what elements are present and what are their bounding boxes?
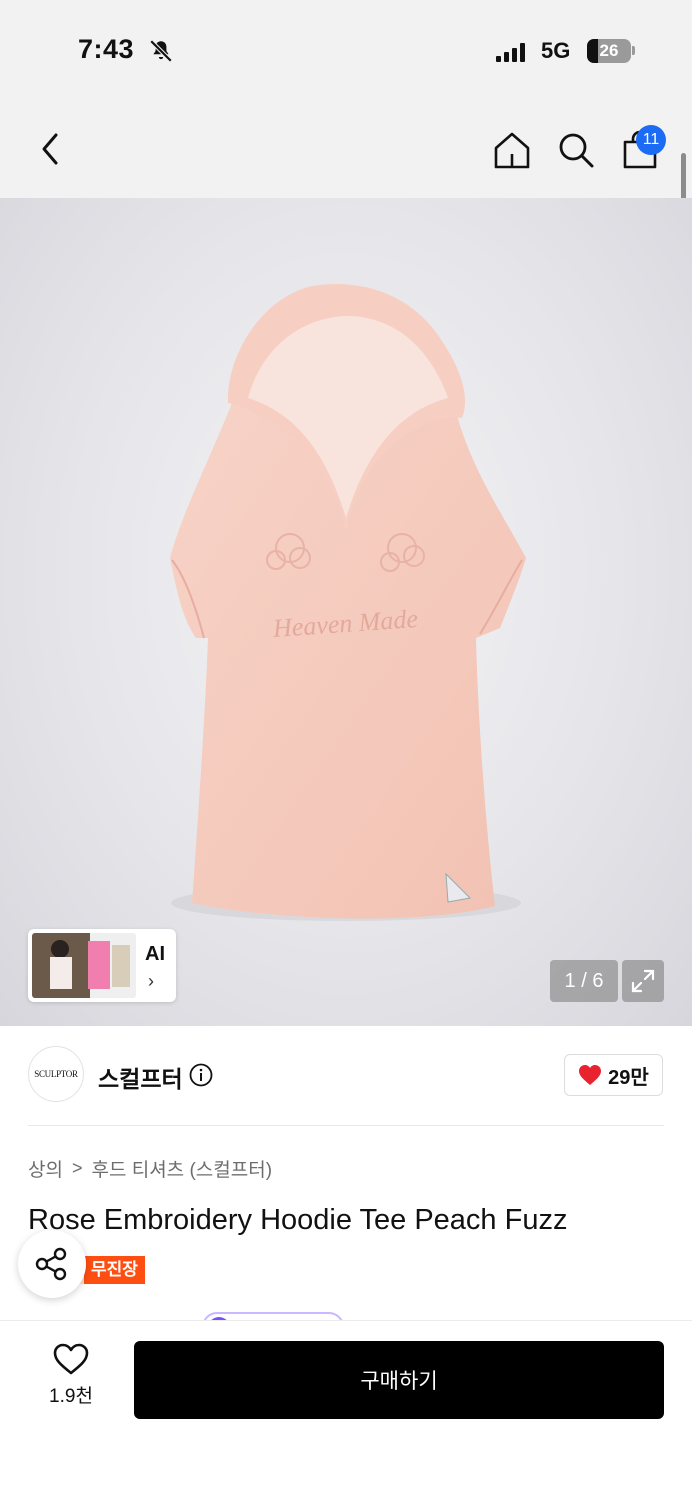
brand-logo[interactable]: SCULPTOR [28,1046,84,1102]
info-icon[interactable] [189,1063,213,1087]
expand-icon [631,969,655,993]
signal-icon [496,42,525,62]
product-image-gallery[interactable]: Heaven Made AI › 1 / 6 [0,198,692,1026]
heart-filled-icon [579,1065,602,1085]
heart-outline-icon [53,1343,89,1375]
breadcrumb: 상의 > 후드 티셔츠 (스컬프터) [28,1155,272,1182]
chevron-right-icon: › [148,971,154,991]
battery-cap [632,46,635,55]
breadcrumb-separator: > [71,1158,83,1178]
wishlist-count: 1.9천 [49,1386,93,1407]
expand-button[interactable] [622,960,664,1002]
brand-like-button[interactable]: 29만 [564,1054,663,1096]
network-type: 5G [541,38,571,63]
back-button[interactable] [30,126,70,172]
battery-fill [587,39,599,63]
back-icon [42,133,58,165]
brand-name[interactable]: 스컬프터 [98,1060,183,1094]
divider [28,1125,664,1126]
status-bar: 7:43 5G 26 [0,0,692,100]
brand-logo-text: SCULPTOR [34,1069,78,1079]
buy-button[interactable]: 구매하기 [134,1341,664,1419]
cart-count-badge: 11 [636,125,666,155]
brand-like-count: 29만 [608,1066,649,1089]
product-photo: Heaven Made [170,283,526,921]
ai-styling-card[interactable]: AI › [28,929,176,1002]
store-tag: 무진장 [84,1256,145,1284]
home-icon [494,132,530,169]
bell-slash-icon [149,39,173,63]
status-time: 7:43 [78,34,135,64]
wishlist-button[interactable]: 1.9천 [36,1343,106,1415]
search-icon [559,133,594,168]
battery-level: 26 [599,41,619,60]
share-icon [35,1247,67,1281]
product-title: Rose Embroidery Hoodie Tee Peach Fuzz [28,1204,568,1236]
search-button[interactable] [554,128,598,172]
share-button[interactable] [18,1230,86,1298]
battery-icon: 26 [587,39,631,63]
breadcrumb-category[interactable]: 상의 [28,1155,63,1182]
page-indicator: 1 / 6 [550,960,618,1002]
ai-label: AI [145,943,165,965]
ai-thumbnail [32,933,136,998]
top-nav [0,100,692,198]
breadcrumb-subcategory[interactable]: 후드 티셔츠 (스컬프터) [91,1155,272,1182]
home-button[interactable] [490,128,534,172]
